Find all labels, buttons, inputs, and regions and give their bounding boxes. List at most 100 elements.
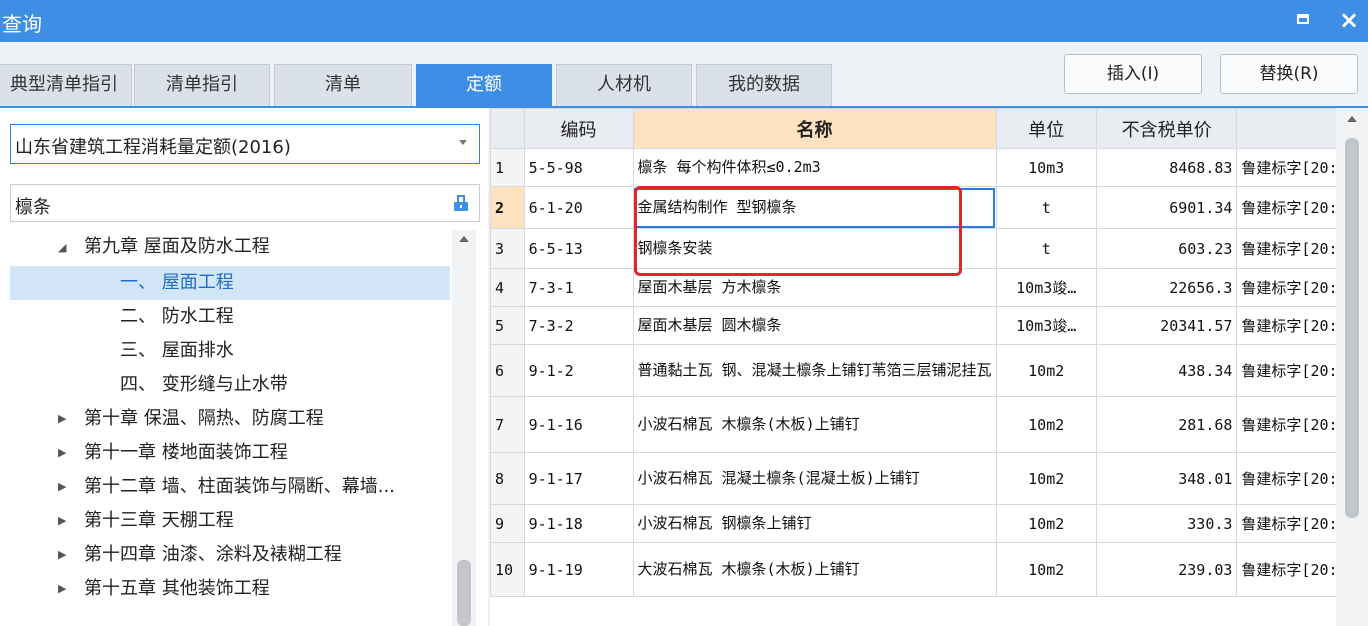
- table-row[interactable]: 1 5-5-98 檩条 每个构件体积≤0.2m3 10m3 8468.83 鲁建…: [490, 148, 1368, 187]
- cell-price[interactable]: 438.34: [1095, 344, 1238, 397]
- cell-name[interactable]: 檩条 每个构件体积≤0.2m3: [632, 148, 997, 187]
- cell-code[interactable]: 7-3-1: [523, 268, 634, 307]
- cell-price[interactable]: 20341.57: [1095, 306, 1238, 345]
- title-bar: 查询 ×: [0, 0, 1368, 42]
- cell-name-focused[interactable]: 金属结构制作 型钢檩条: [632, 186, 997, 229]
- tree-scrollbar[interactable]: [452, 230, 476, 626]
- cell-price[interactable]: 239.03: [1095, 542, 1238, 597]
- tab-list[interactable]: 清单: [274, 64, 412, 106]
- table-row[interactable]: 2 6-1-20 金属结构制作 型钢檩条 t 6901.34 鲁建标字[20:: [490, 186, 1368, 229]
- grid-scrollbar[interactable]: [1336, 108, 1368, 626]
- collapsed-triangle-icon[interactable]: ▶: [58, 538, 66, 572]
- cell-unit[interactable]: 10m2: [995, 542, 1097, 597]
- cell-price[interactable]: 281.68: [1095, 396, 1238, 453]
- tree-node-label: 第十五章 其他装饰工程: [84, 578, 270, 599]
- cell-price[interactable]: 22656.3: [1095, 268, 1238, 307]
- table-row[interactable]: 10 9-1-19 大波石棉瓦 木檩条(木板)上铺钉 10m2 239.03 鲁…: [490, 542, 1368, 597]
- cell-code[interactable]: 9-1-17: [523, 452, 634, 505]
- tab-quota[interactable]: 定额: [416, 64, 552, 106]
- table-row[interactable]: 8 9-1-17 小波石棉瓦 混凝土檩条(混凝土板)上铺钉 10m2 348.0…: [490, 452, 1368, 505]
- tree-node[interactable]: ▶ 第十三章 天棚工程: [10, 504, 450, 538]
- scroll-up-icon[interactable]: [1347, 116, 1357, 122]
- cell-unit[interactable]: 10m3: [995, 148, 1097, 187]
- collapsed-triangle-icon[interactable]: ▶: [58, 572, 66, 606]
- cell-code[interactable]: 9-1-16: [523, 396, 634, 453]
- cell-name[interactable]: 普通黏土瓦 钢、混凝土檩条上铺钉苇箔三层铺泥挂瓦: [632, 344, 997, 397]
- cell-price[interactable]: 8468.83: [1095, 148, 1238, 187]
- collapsed-triangle-icon[interactable]: ▶: [58, 436, 66, 470]
- quota-library-value: 山东省建筑工程消耗量定额(2016): [15, 137, 291, 158]
- tree-node[interactable]: 二、 防水工程: [10, 300, 450, 334]
- column-header-name[interactable]: 名称: [632, 108, 997, 149]
- window-title: 查询: [2, 12, 42, 36]
- tree-node[interactable]: 三、 屋面排水: [10, 334, 450, 368]
- column-header-price[interactable]: 不含税单价: [1095, 108, 1238, 149]
- cell-name[interactable]: 屋面木基层 圆木檩条: [632, 306, 997, 345]
- cell-price[interactable]: 603.23: [1095, 228, 1238, 269]
- cell-code[interactable]: 6-1-20: [523, 186, 634, 229]
- close-icon[interactable]: ×: [1339, 5, 1359, 35]
- cell-code[interactable]: 7-3-2: [523, 306, 634, 345]
- collapsed-triangle-icon[interactable]: ▶: [58, 504, 66, 538]
- scroll-up-icon[interactable]: [459, 236, 469, 242]
- tree-node[interactable]: ▶ 第十章 保温、隔热、防腐工程: [10, 402, 450, 436]
- search-input[interactable]: 檩条: [10, 184, 480, 222]
- cell-name[interactable]: 大波石棉瓦 木檩条(木板)上铺钉: [632, 542, 997, 597]
- replace-button[interactable]: 替换(R): [1220, 54, 1358, 94]
- table-row[interactable]: 9 9-1-18 小波石棉瓦 钢檩条上铺钉 10m2 330.3 鲁建标字[20…: [490, 504, 1368, 543]
- tree-node[interactable]: ▶ 第十四章 油漆、涂料及裱糊工程: [10, 538, 450, 572]
- tab-typical-list-guide[interactable]: 典型清单指引: [0, 64, 132, 106]
- tree-node[interactable]: ▶ 第十五章 其他装饰工程: [10, 572, 450, 606]
- row-number: 2: [490, 186, 525, 229]
- cell-name[interactable]: 小波石棉瓦 木檩条(木板)上铺钉: [632, 396, 997, 453]
- column-header-unit[interactable]: 单位: [995, 108, 1097, 149]
- tree-node[interactable]: 四、 变形缝与止水带: [10, 368, 450, 402]
- table-row[interactable]: 7 9-1-16 小波石棉瓦 木檩条(木板)上铺钉 10m2 281.68 鲁建…: [490, 396, 1368, 453]
- maximize-icon[interactable]: [1297, 14, 1309, 24]
- insert-button[interactable]: 插入(I): [1064, 54, 1202, 94]
- cell-unit[interactable]: t: [995, 228, 1097, 269]
- tree-node[interactable]: ▶ 第十二章 墙、柱面装饰与隔断、幕墙...: [10, 470, 450, 504]
- cell-name[interactable]: 屋面木基层 方木檩条: [632, 268, 997, 307]
- cell-unit[interactable]: 10m2: [995, 504, 1097, 543]
- collapsed-triangle-icon[interactable]: ▶: [58, 402, 66, 436]
- cell-price[interactable]: 6901.34: [1095, 186, 1238, 229]
- table-row[interactable]: 4 7-3-1 屋面木基层 方木檩条 10m3竣… 22656.3 鲁建标字[2…: [490, 268, 1368, 307]
- quota-library-select[interactable]: 山东省建筑工程消耗量定额(2016): [10, 124, 480, 164]
- cell-unit[interactable]: 10m2: [995, 396, 1097, 453]
- table-row[interactable]: 3 6-5-13 钢檩条安装 t 603.23 鲁建标字[20:: [490, 228, 1368, 269]
- cell-code[interactable]: 9-1-2: [523, 344, 634, 397]
- cell-price[interactable]: 348.01: [1095, 452, 1238, 505]
- scroll-thumb[interactable]: [1345, 138, 1359, 518]
- cell-code[interactable]: 6-5-13: [523, 228, 634, 269]
- cell-code[interactable]: 9-1-19: [523, 542, 634, 597]
- tab-labor-material-machine[interactable]: 人材机: [556, 64, 692, 106]
- cell-code[interactable]: 9-1-18: [523, 504, 634, 543]
- cell-unit[interactable]: 10m2: [995, 452, 1097, 505]
- table-row[interactable]: 6 9-1-2 普通黏土瓦 钢、混凝土檩条上铺钉苇箔三层铺泥挂瓦 10m2 43…: [490, 344, 1368, 397]
- cell-unit[interactable]: t: [995, 186, 1097, 229]
- cell-price[interactable]: 330.3: [1095, 504, 1238, 543]
- column-header-code[interactable]: 编码: [523, 108, 634, 149]
- table-row[interactable]: 5 7-3-2 屋面木基层 圆木檩条 10m3竣… 20341.57 鲁建标字[…: [490, 306, 1368, 345]
- tree-node[interactable]: ◢ 第九章 屋面及防水工程: [10, 230, 450, 264]
- tab-list-guide[interactable]: 清单指引: [134, 64, 270, 106]
- search-tool-icon[interactable]: [451, 193, 471, 213]
- chevron-down-icon[interactable]: [459, 140, 467, 145]
- tab-my-data[interactable]: 我的数据: [696, 64, 832, 106]
- tree-node[interactable]: ▶ 第十一章 楼地面装饰工程: [10, 436, 450, 470]
- cell-name[interactable]: 钢檩条安装: [632, 228, 997, 269]
- quota-table: 编码 名称 单位 不含税单价 来 1 5-5-98 檩条 每个构件体积≤0.2m…: [490, 108, 1368, 597]
- cell-unit[interactable]: 10m3竣…: [995, 306, 1097, 345]
- scroll-thumb[interactable]: [457, 560, 471, 626]
- cell-name[interactable]: 小波石棉瓦 钢檩条上铺钉: [632, 504, 997, 543]
- table-header-row: 编码 名称 单位 不含税单价 来: [490, 108, 1368, 149]
- cell-unit[interactable]: 10m3竣…: [995, 268, 1097, 307]
- tree-node-label: 第十章 保温、隔热、防腐工程: [84, 408, 324, 429]
- cell-code[interactable]: 5-5-98: [523, 148, 634, 187]
- collapsed-triangle-icon[interactable]: ▶: [58, 470, 66, 504]
- cell-name[interactable]: 小波石棉瓦 混凝土檩条(混凝土板)上铺钉: [632, 452, 997, 505]
- cell-unit[interactable]: 10m2: [995, 344, 1097, 397]
- tree-node-selected[interactable]: 一、 屋面工程: [10, 266, 450, 300]
- expanded-triangle-icon[interactable]: ◢: [58, 231, 66, 265]
